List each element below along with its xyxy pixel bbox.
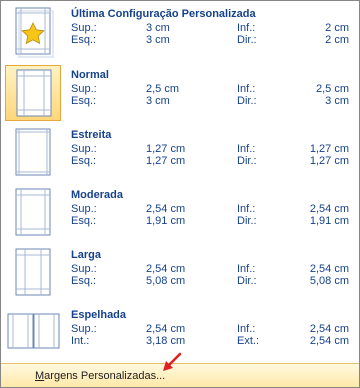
preset-last-custom[interactable]: Última Configuração Personalizada Sup.: … (1, 3, 359, 63)
bottom-margin-value: 2 cm (325, 22, 349, 34)
preset-normal[interactable]: Normal Sup.: 2,5 cm Inf.: 2,5 cm Esq.: 3… (1, 64, 359, 124)
bottom-margin-label: Inf.: (237, 22, 256, 34)
outside-margin-label: Ext.: (237, 335, 260, 347)
top-margin-value: 2,54 cm (146, 203, 186, 215)
left-margin-label: Esq.: (71, 95, 97, 107)
inside-margin-value: 3,18 cm (146, 335, 186, 347)
mirrored-pages-icon (5, 305, 61, 361)
preset-name: Normal (71, 69, 109, 81)
bottom-margin-value: 2,54 cm (309, 323, 349, 335)
top-margin-value: 2,54 cm (146, 323, 186, 335)
custom-margins-accesskey: M (35, 370, 45, 382)
page-margins-icon (5, 185, 61, 241)
top-margin-value: 1,27 cm (146, 143, 186, 155)
right-margin-value: 3 cm (325, 95, 349, 107)
right-margin-label: Dir.: (237, 95, 257, 107)
right-margin-value: 1,27 cm (309, 155, 349, 167)
bottom-margin-value: 2,54 cm (309, 203, 349, 215)
left-margin-value: 1,27 cm (146, 155, 186, 167)
preset-name: Larga (71, 249, 101, 261)
left-margin-label: Esq.: (71, 34, 97, 46)
right-margin-value: 2 cm (325, 34, 349, 46)
page-margins-icon (5, 245, 61, 301)
top-margin-value: 3 cm (146, 22, 170, 34)
left-margin-value: 3 cm (146, 95, 170, 107)
bottom-margin-label: Inf.: (237, 263, 256, 275)
custom-margins-text: argens Personalizadas... (44, 370, 166, 382)
right-margin-label: Dir.: (237, 155, 257, 167)
bottom-margin-value: 1,27 cm (309, 143, 349, 155)
top-margin-value: 2,5 cm (146, 83, 180, 95)
right-margin-label: Dir.: (237, 34, 257, 46)
preset-wide[interactable]: Larga Sup.: 2,54 cm Inf.: 2,54 cm Esq.: … (1, 244, 359, 304)
right-margin-value: 5,08 cm (309, 275, 349, 287)
bottom-margin-label: Inf.: (237, 143, 256, 155)
page-margins-icon (5, 65, 61, 121)
top-margin-label: Sup.: (71, 203, 97, 215)
top-margin-label: Sup.: (71, 263, 97, 275)
right-margin-label: Dir.: (237, 215, 257, 227)
left-margin-value: 3 cm (146, 34, 170, 46)
bottom-margin-value: 2,5 cm (315, 83, 349, 95)
left-margin-label: Esq.: (71, 275, 97, 287)
inside-margin-label: Int.: (71, 335, 90, 347)
bottom-margin-label: Inf.: (237, 203, 256, 215)
custom-margins-label: Margens Personalizadas... (35, 370, 165, 382)
left-margin-label: Esq.: (71, 215, 97, 227)
top-margin-label: Sup.: (71, 83, 97, 95)
bottom-margin-label: Inf.: (237, 323, 256, 335)
margins-dropdown: Última Configuração Personalizada Sup.: … (0, 0, 360, 388)
bottom-margin-label: Inf.: (237, 83, 256, 95)
preset-name: Espelhada (71, 309, 127, 321)
star-page-icon (5, 4, 61, 60)
preset-name: Moderada (71, 189, 123, 201)
right-margin-value: 1,91 cm (309, 215, 349, 227)
left-margin-value: 5,08 cm (146, 275, 186, 287)
preset-moderate[interactable]: Moderada Sup.: 2,54 cm Inf.: 2,54 cm Esq… (1, 184, 359, 244)
left-margin-label: Esq.: (71, 155, 97, 167)
preset-name: Estreita (71, 129, 112, 141)
preset-narrow[interactable]: Estreita Sup.: 1,27 cm Inf.: 1,27 cm Esq… (1, 124, 359, 184)
top-margin-label: Sup.: (71, 323, 97, 335)
left-margin-value: 1,91 cm (146, 215, 186, 227)
top-margin-label: Sup.: (71, 143, 97, 155)
bottom-margin-value: 2,54 cm (309, 263, 349, 275)
arrow-icon (163, 352, 182, 371)
page-margins-icon (5, 125, 61, 181)
top-margin-value: 2,54 cm (146, 263, 186, 275)
right-margin-label: Dir.: (237, 275, 257, 287)
top-margin-label: Sup.: (71, 22, 97, 34)
preset-name: Última Configuração Personalizada (71, 8, 256, 20)
outside-margin-value: 2,54 cm (309, 335, 349, 347)
